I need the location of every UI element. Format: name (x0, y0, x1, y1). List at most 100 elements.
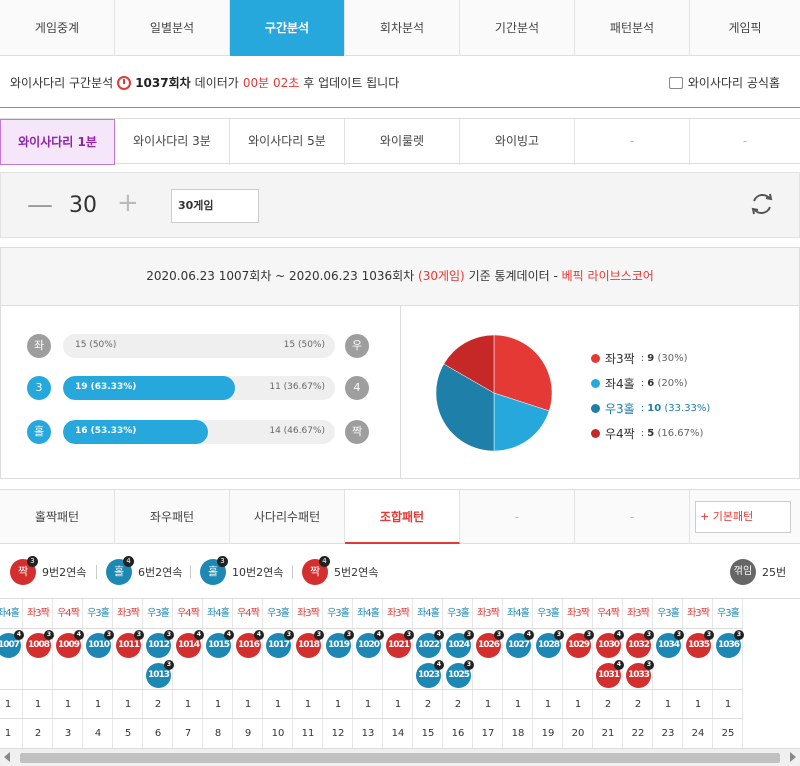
column-index: 9 (244, 728, 252, 739)
round-ball[interactable]: 1032 3 (626, 630, 654, 658)
round-ball[interactable]: 1023 4 (416, 660, 444, 688)
scroll-thumb[interactable] (20, 753, 780, 763)
round-number: 1008 (27, 640, 50, 650)
tab-y-ladder-5min[interactable]: 와이사다리 5분 (230, 119, 345, 165)
tab-y-ladder-1min[interactable]: 와이사다리 1분 (0, 119, 115, 165)
legend-item: 좌4홀: 6 (20%) (591, 371, 710, 396)
ratio-left-value: 16 (53.33%) (75, 426, 137, 436)
round-number: 1009 (57, 640, 80, 650)
round-ball[interactable]: 1034 3 (656, 630, 684, 658)
round-ball[interactable]: 1015 4 (206, 630, 234, 658)
game-count-control: — 30 + 30게임 (0, 172, 800, 238)
update-message: 와이사다리 구간분석 1037회차 데이터가 00분 02초 후 업데이트 됩니… (10, 74, 399, 91)
round-ball[interactable]: 1014 4 (176, 630, 204, 658)
legend-count: 10 (647, 403, 662, 414)
round-ball[interactable]: 1018 3 (296, 630, 324, 658)
legend-value: : 6 (20%) (641, 378, 688, 389)
tab-empty-3: - (460, 490, 575, 544)
round-ball[interactable]: 1010 3 (86, 630, 114, 658)
column-index: 8 (214, 728, 222, 739)
round-number: 1007 (0, 640, 20, 650)
round-ball[interactable]: 1026 3 (476, 630, 504, 658)
round-ball[interactable]: 1008 3 (26, 630, 54, 658)
round-ball[interactable]: 1027 4 (506, 630, 534, 658)
tab-combo-pattern[interactable]: 조합패턴 (345, 490, 460, 544)
ratio-left-value: 15 (50%) (75, 340, 117, 350)
streak-count: 1 (263, 689, 293, 719)
top-navigation: 게임중계 일별분석 구간분석 회차분석 기간분석 패턴분석 게임픽 (0, 0, 800, 56)
streak-text: 10번2연속 (232, 566, 284, 579)
round-ball[interactable]: 1013 3 (146, 660, 174, 688)
column-header: 좌3짝 (23, 599, 53, 629)
column-header: 우4짝 (53, 599, 83, 629)
round-ball[interactable]: 1028 3 (536, 630, 564, 658)
round-ball[interactable]: 1022 4 (416, 630, 444, 658)
official-home-link[interactable]: 와이사다리 공식홈 (668, 74, 780, 91)
column-index: 17 (481, 728, 495, 739)
tab-y-bingo[interactable]: 와이빙고 (460, 119, 575, 165)
streak-count: 1 (293, 689, 323, 719)
tab-odd-even-pattern[interactable]: 홀짝패턴 (0, 490, 115, 544)
basic-pattern-button[interactable]: + 기본패턴 (695, 501, 791, 533)
round-ball[interactable]: 1024 3 (446, 630, 474, 658)
update-tail-text: 후 업데이트 됩니다 (303, 76, 400, 90)
round-ball[interactable]: 1017 3 (266, 630, 294, 658)
round-ball[interactable]: 1025 3 (446, 660, 474, 688)
increase-button[interactable]: + (117, 188, 139, 218)
refresh-icon[interactable] (749, 191, 775, 217)
tab-empty-1: - (575, 119, 690, 165)
round-number: 1015 (207, 640, 230, 650)
tab-ladder-count-pattern[interactable]: 사다리수패턴 (230, 490, 345, 544)
tab-pick[interactable]: 게임픽 (690, 0, 800, 56)
column-index: 4 (94, 728, 102, 739)
round-ball[interactable]: 1021 3 (386, 630, 414, 658)
column-index: 11 (301, 728, 315, 739)
round-number: 1019 (327, 640, 350, 650)
pattern-column: 좌4홀 1020 4 1 13 (353, 599, 384, 749)
pie-legend: 좌3짝: 9 (30%) 좌4홀: 6 (20%) 우3홀: 10 (33.33%)… (591, 346, 710, 446)
column-header: 좌4홀 (353, 599, 383, 629)
game-count-select[interactable]: 30게임 (171, 189, 259, 223)
statistics-header: 2020.06.23 1007회차 ~ 2020.06.23 1036회차 (3… (1, 248, 799, 306)
scroll-right-arrow-icon[interactable] (790, 752, 796, 762)
stats-games: (30게임) (418, 269, 465, 283)
tab-y-ladder-3min[interactable]: 와이사다리 3분 (115, 119, 230, 165)
tab-section[interactable]: 구간분석 (230, 0, 345, 56)
tab-left-right-pattern[interactable]: 좌우패턴 (115, 490, 230, 544)
round-ball[interactable]: 1031 4 (596, 660, 624, 688)
round-ball[interactable]: 1016 4 (236, 630, 264, 658)
scroll-left-arrow-icon[interactable] (4, 752, 10, 762)
column-index: 10 (271, 728, 285, 739)
column-index: 24 (691, 728, 705, 739)
left-badge: 좌 (27, 334, 51, 358)
streak-count: 1 (473, 689, 503, 719)
round-ball[interactable]: 1036 3 (716, 630, 744, 658)
tab-live[interactable]: 게임중계 (0, 0, 115, 56)
column-index: 18 (511, 728, 525, 739)
round-ball[interactable]: 1019 3 (326, 630, 354, 658)
horizontal-scrollbar[interactable] (0, 748, 800, 766)
round-ball[interactable]: 1007 4 (0, 630, 24, 658)
round-number: 1017 (267, 640, 290, 650)
round-ball[interactable]: 1012 3 (146, 630, 174, 658)
round-ball[interactable]: 1011 3 (116, 630, 144, 658)
column-header: 좌4홀 (413, 599, 443, 629)
round-ball[interactable]: 1030 4 (596, 630, 624, 658)
round-number: 1023 (417, 670, 440, 680)
legend-count: 9 (647, 353, 655, 364)
round-ball[interactable]: 1020 4 (356, 630, 384, 658)
tab-y-roulette[interactable]: 와이룰렛 (345, 119, 460, 165)
tab-period[interactable]: 기간분석 (460, 0, 575, 56)
streak-badge: 홀3 (200, 556, 228, 585)
tab-pattern[interactable]: 패턴분석 (575, 0, 690, 56)
pattern-column: 좌3짝 1026 3 1 17 (473, 599, 504, 749)
tab-round[interactable]: 회차분석 (345, 0, 460, 56)
round-ball[interactable]: 1033 3 (626, 660, 654, 688)
decrease-button[interactable]: — (27, 190, 53, 220)
round-number: 1032 (627, 640, 650, 650)
round-ball[interactable]: 1029 3 (566, 630, 594, 658)
tab-daily[interactable]: 일별분석 (115, 0, 230, 56)
streak-count: 1 (713, 689, 743, 719)
round-ball[interactable]: 1009 4 (56, 630, 84, 658)
round-ball[interactable]: 1035 3 (686, 630, 714, 658)
